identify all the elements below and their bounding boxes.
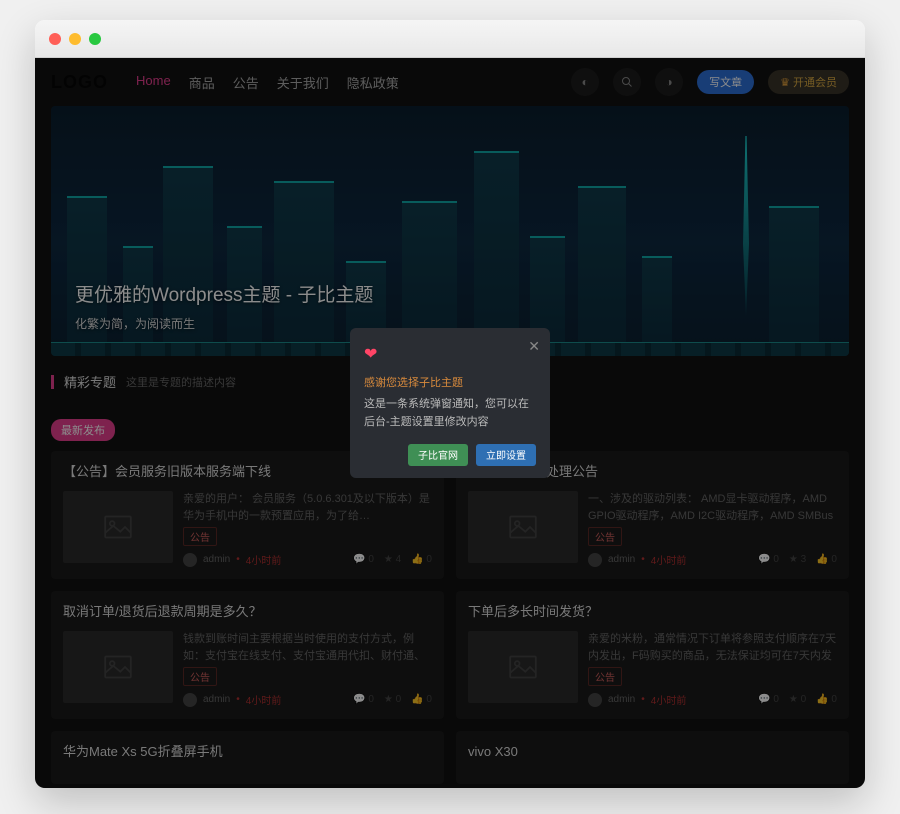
post-card[interactable]: 华为Mate Xs 5G折叠屏手机 (51, 731, 444, 783)
notification-icon[interactable]: ◐ (571, 68, 599, 96)
site-header: LOGO Home 商品 公告 关于我们 隐私政策 ◐ ◑ 写文章 ♛ 开通会员 (35, 58, 865, 106)
theme-toggle-icon[interactable]: ◑ (655, 68, 683, 96)
hero-subtitle: 化繁为简，为阅读而生 (75, 315, 373, 332)
like-count: ★ 0 (384, 694, 401, 705)
fav-count: 👍 0 (411, 554, 432, 565)
site-logo[interactable]: LOGO (51, 72, 108, 93)
thumbnail-placeholder-icon (468, 491, 578, 563)
comment-count: 💬 0 (758, 554, 779, 565)
nav-privacy[interactable]: 隐私政策 (347, 73, 399, 92)
minimize-window-button[interactable] (69, 33, 81, 45)
modal-primary-button[interactable]: 子比官网 (408, 444, 468, 466)
post-time: 4小时前 (651, 692, 687, 707)
author-name[interactable]: admin (203, 694, 230, 705)
search-icon[interactable] (613, 68, 641, 96)
fav-count: 👍 0 (411, 694, 432, 705)
like-count: ★ 3 (789, 554, 806, 565)
write-post-button[interactable]: 写文章 (697, 70, 754, 94)
thumbnail-placeholder-icon (468, 631, 578, 703)
post-time: 4小时前 (246, 552, 282, 567)
modal-secondary-button[interactable]: 立即设置 (476, 444, 536, 466)
avatar (183, 553, 197, 567)
author-name[interactable]: admin (608, 694, 635, 705)
post-excerpt: 钱款到账时间主要根据当时使用的支付方式，例如：支付宝在线支付、支付宝通用代扣、财… (183, 631, 432, 663)
category-tag[interactable]: 公告 (183, 527, 217, 546)
comment-count: 💬 0 (353, 554, 374, 565)
section-label: 精彩专题 (64, 372, 116, 391)
post-card[interactable]: 下单后多长时间发货？ 亲爱的米粉，通常情况下订单将参照支付顺序在7天内发出，F码… (456, 591, 849, 719)
nav-home[interactable]: Home (136, 73, 171, 92)
post-card[interactable]: 取消订单/退货后退款周期是多久？ 钱款到账时间主要根据当时使用的支付方式，例如：… (51, 591, 444, 719)
avatar (588, 693, 602, 707)
category-tag[interactable]: 公告 (588, 527, 622, 546)
post-title[interactable]: vivo X30 (468, 743, 837, 761)
post-title[interactable]: 下单后多长时间发货？ (468, 603, 837, 621)
vip-label: 开通会员 (793, 74, 837, 90)
comment-count: 💬 0 (353, 694, 374, 705)
post-excerpt: 亲爱的米粉，通常情况下订单将参照支付顺序在7天内发出，F码购买的商品，无法保证均… (588, 631, 837, 663)
fav-count: 👍 0 (816, 694, 837, 705)
maximize-window-button[interactable] (89, 33, 101, 45)
open-vip-button[interactable]: ♛ 开通会员 (768, 70, 849, 94)
system-notice-modal: ✕ ❤ 感谢您选择子比主题 这是一条系统弹窗通知，您可以在后台-主题设置里修改内… (350, 328, 550, 477)
nav-notices[interactable]: 公告 (233, 73, 259, 92)
post-title[interactable]: 取消订单/退货后退款周期是多久？ (63, 603, 432, 621)
close-window-button[interactable] (49, 33, 61, 45)
category-tag[interactable]: 公告 (588, 667, 622, 686)
post-title[interactable]: 华为Mate Xs 5G折叠屏手机 (63, 743, 432, 761)
avatar (588, 553, 602, 567)
window-titlebar (35, 20, 865, 58)
like-count: ★ 0 (789, 694, 806, 705)
post-time: 4小时前 (246, 692, 282, 707)
like-count: ★ 4 (384, 554, 401, 565)
main-nav: Home 商品 公告 关于我们 隐私政策 (136, 73, 399, 92)
thumbnail-placeholder-icon (63, 491, 173, 563)
modal-close-button[interactable]: ✕ (528, 338, 540, 355)
post-excerpt: 一、涉及的驱动列表： AMD显卡驱动程序，AMD GPIO驱动程序，AMD I2… (588, 491, 837, 523)
section-accent-bar (51, 375, 54, 389)
thumbnail-placeholder-icon (63, 631, 173, 703)
avatar (183, 693, 197, 707)
latest-posts-tag[interactable]: 最新发布 (51, 419, 115, 441)
hero-banner[interactable]: 更优雅的Wordpress主题 - 子比主题 化繁为简，为阅读而生 (51, 106, 849, 356)
author-name[interactable]: admin (608, 554, 635, 565)
fav-count: 👍 0 (816, 554, 837, 565)
post-excerpt: 亲爱的用户： 会员服务（5.0.6.301及以下版本）是华为手机中的一款预置应用… (183, 491, 432, 523)
section-desc: 这里是专题的描述内容 (126, 374, 236, 390)
posts-grid: 【公告】会员服务旧版本服务端下线 亲爱的用户： 会员服务（5.0.6.301及以… (35, 451, 865, 784)
nav-products[interactable]: 商品 (189, 73, 215, 92)
nav-about[interactable]: 关于我们 (277, 73, 329, 92)
author-name[interactable]: admin (203, 554, 230, 565)
comment-count: 💬 0 (758, 694, 779, 705)
post-card[interactable]: vivo X30 (456, 731, 849, 783)
crown-icon: ♛ (780, 76, 790, 89)
category-tag[interactable]: 公告 (183, 667, 217, 686)
modal-body-text: 这是一条系统弹窗通知，您可以在后台-主题设置里修改内容 (364, 396, 536, 431)
post-time: 4小时前 (651, 552, 687, 567)
heart-icon: ❤ (364, 344, 536, 364)
site-page: LOGO Home 商品 公告 关于我们 隐私政策 ◐ ◑ 写文章 ♛ 开通会员 (35, 58, 865, 788)
hero-title: 更优雅的Wordpress主题 - 子比主题 (75, 280, 373, 307)
modal-title: 感谢您选择子比主题 (364, 374, 536, 390)
